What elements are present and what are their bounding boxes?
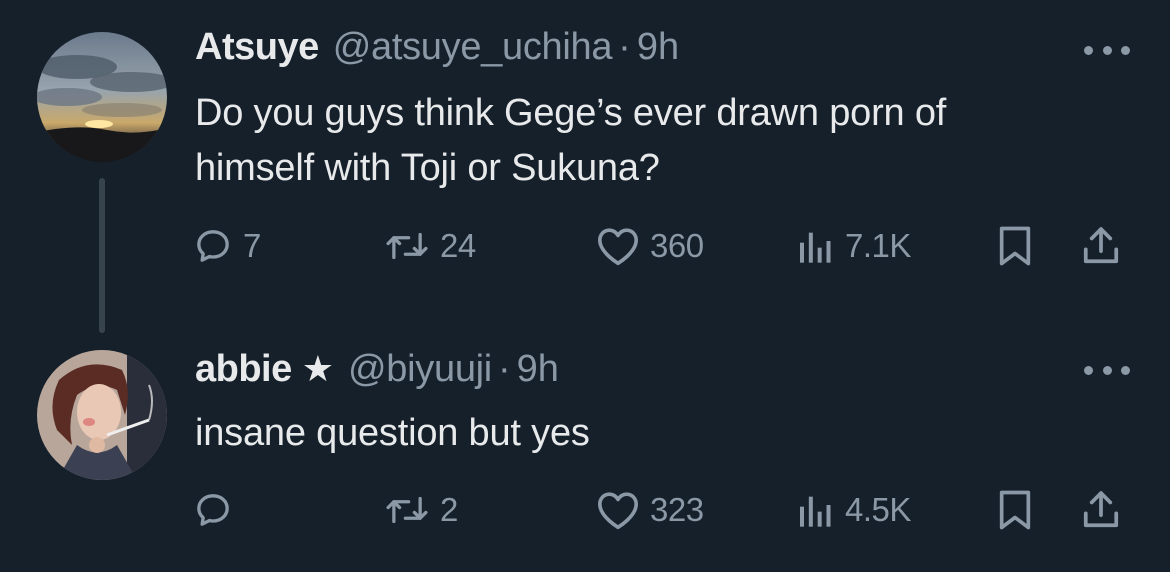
action-bar: 2 323 4.5K: [0, 482, 1170, 538]
heart-icon: [597, 492, 638, 530]
star-badge: ★: [301, 348, 335, 389]
avatar[interactable]: [37, 350, 167, 480]
views-button[interactable]: 4.5K: [795, 482, 911, 538]
like-button[interactable]: 323: [596, 482, 704, 538]
like-count: 323: [650, 491, 704, 528]
views-icon: [800, 232, 831, 263]
share-icon: [1083, 491, 1119, 528]
display-name[interactable]: abbie: [195, 348, 292, 391]
separator: ·: [618, 26, 631, 68]
more-icon[interactable]: [1084, 360, 1130, 380]
retweet-count: 2: [440, 491, 458, 528]
bookmark-button[interactable]: [995, 218, 1035, 274]
reply-icon: [197, 494, 229, 526]
action-bar: 7 24 360 7.1K: [0, 218, 1170, 274]
retweet-icon: [386, 496, 428, 524]
views-button[interactable]: 7.1K: [795, 218, 911, 274]
tweet-header: abbie ★ @biyuuji · 9h: [195, 348, 559, 398]
like-button[interactable]: 360: [596, 218, 704, 274]
tweet[interactable]: Atsuye @atsuye_uchiha · 9h Do you guys t…: [0, 0, 1170, 333]
share-button[interactable]: [1080, 482, 1122, 538]
retweet-button[interactable]: 24: [384, 218, 476, 274]
tweet-text-line: himself with Toji or Sukuna?: [195, 147, 660, 189]
like-count: 360: [650, 227, 704, 264]
more-icon[interactable]: [1084, 40, 1130, 60]
view-count: 7.1K: [845, 227, 911, 264]
reply-icon: [197, 230, 229, 262]
display-name[interactable]: Atsuye: [195, 26, 319, 69]
tweet-text: insane question but yes: [195, 406, 1135, 461]
tweet-text-line: Do you guys think Gege’s ever drawn porn…: [195, 92, 947, 134]
tweet-text: Do you guys think Gege’s ever drawn porn…: [195, 86, 1135, 196]
bookmark-icon: [999, 226, 1031, 266]
reply-button[interactable]: [193, 482, 243, 538]
avatar[interactable]: [37, 32, 167, 162]
user-handle[interactable]: @atsuye_uchiha: [333, 26, 613, 69]
timestamp[interactable]: 9h: [517, 348, 559, 391]
views-icon: [800, 496, 831, 527]
heart-icon: [597, 228, 638, 266]
retweet-button[interactable]: 2: [384, 482, 458, 538]
view-count: 4.5K: [845, 491, 911, 528]
tweet-text-line: insane question but yes: [195, 412, 590, 454]
tweet[interactable]: abbie ★ @biyuuji · 9h insane question bu…: [0, 330, 1170, 572]
share-button[interactable]: [1080, 218, 1122, 274]
retweet-count: 24: [440, 227, 476, 264]
user-handle[interactable]: @biyuuji: [348, 348, 492, 391]
bookmark-button[interactable]: [995, 482, 1035, 538]
timestamp[interactable]: 9h: [637, 26, 679, 69]
separator: ·: [497, 348, 511, 390]
retweet-icon: [386, 232, 428, 260]
share-icon: [1083, 227, 1119, 264]
reply-button[interactable]: 7: [193, 218, 261, 274]
reply-count: 7: [243, 227, 261, 264]
bookmark-icon: [999, 490, 1031, 530]
tweet-header: Atsuye @atsuye_uchiha · 9h: [195, 26, 679, 76]
